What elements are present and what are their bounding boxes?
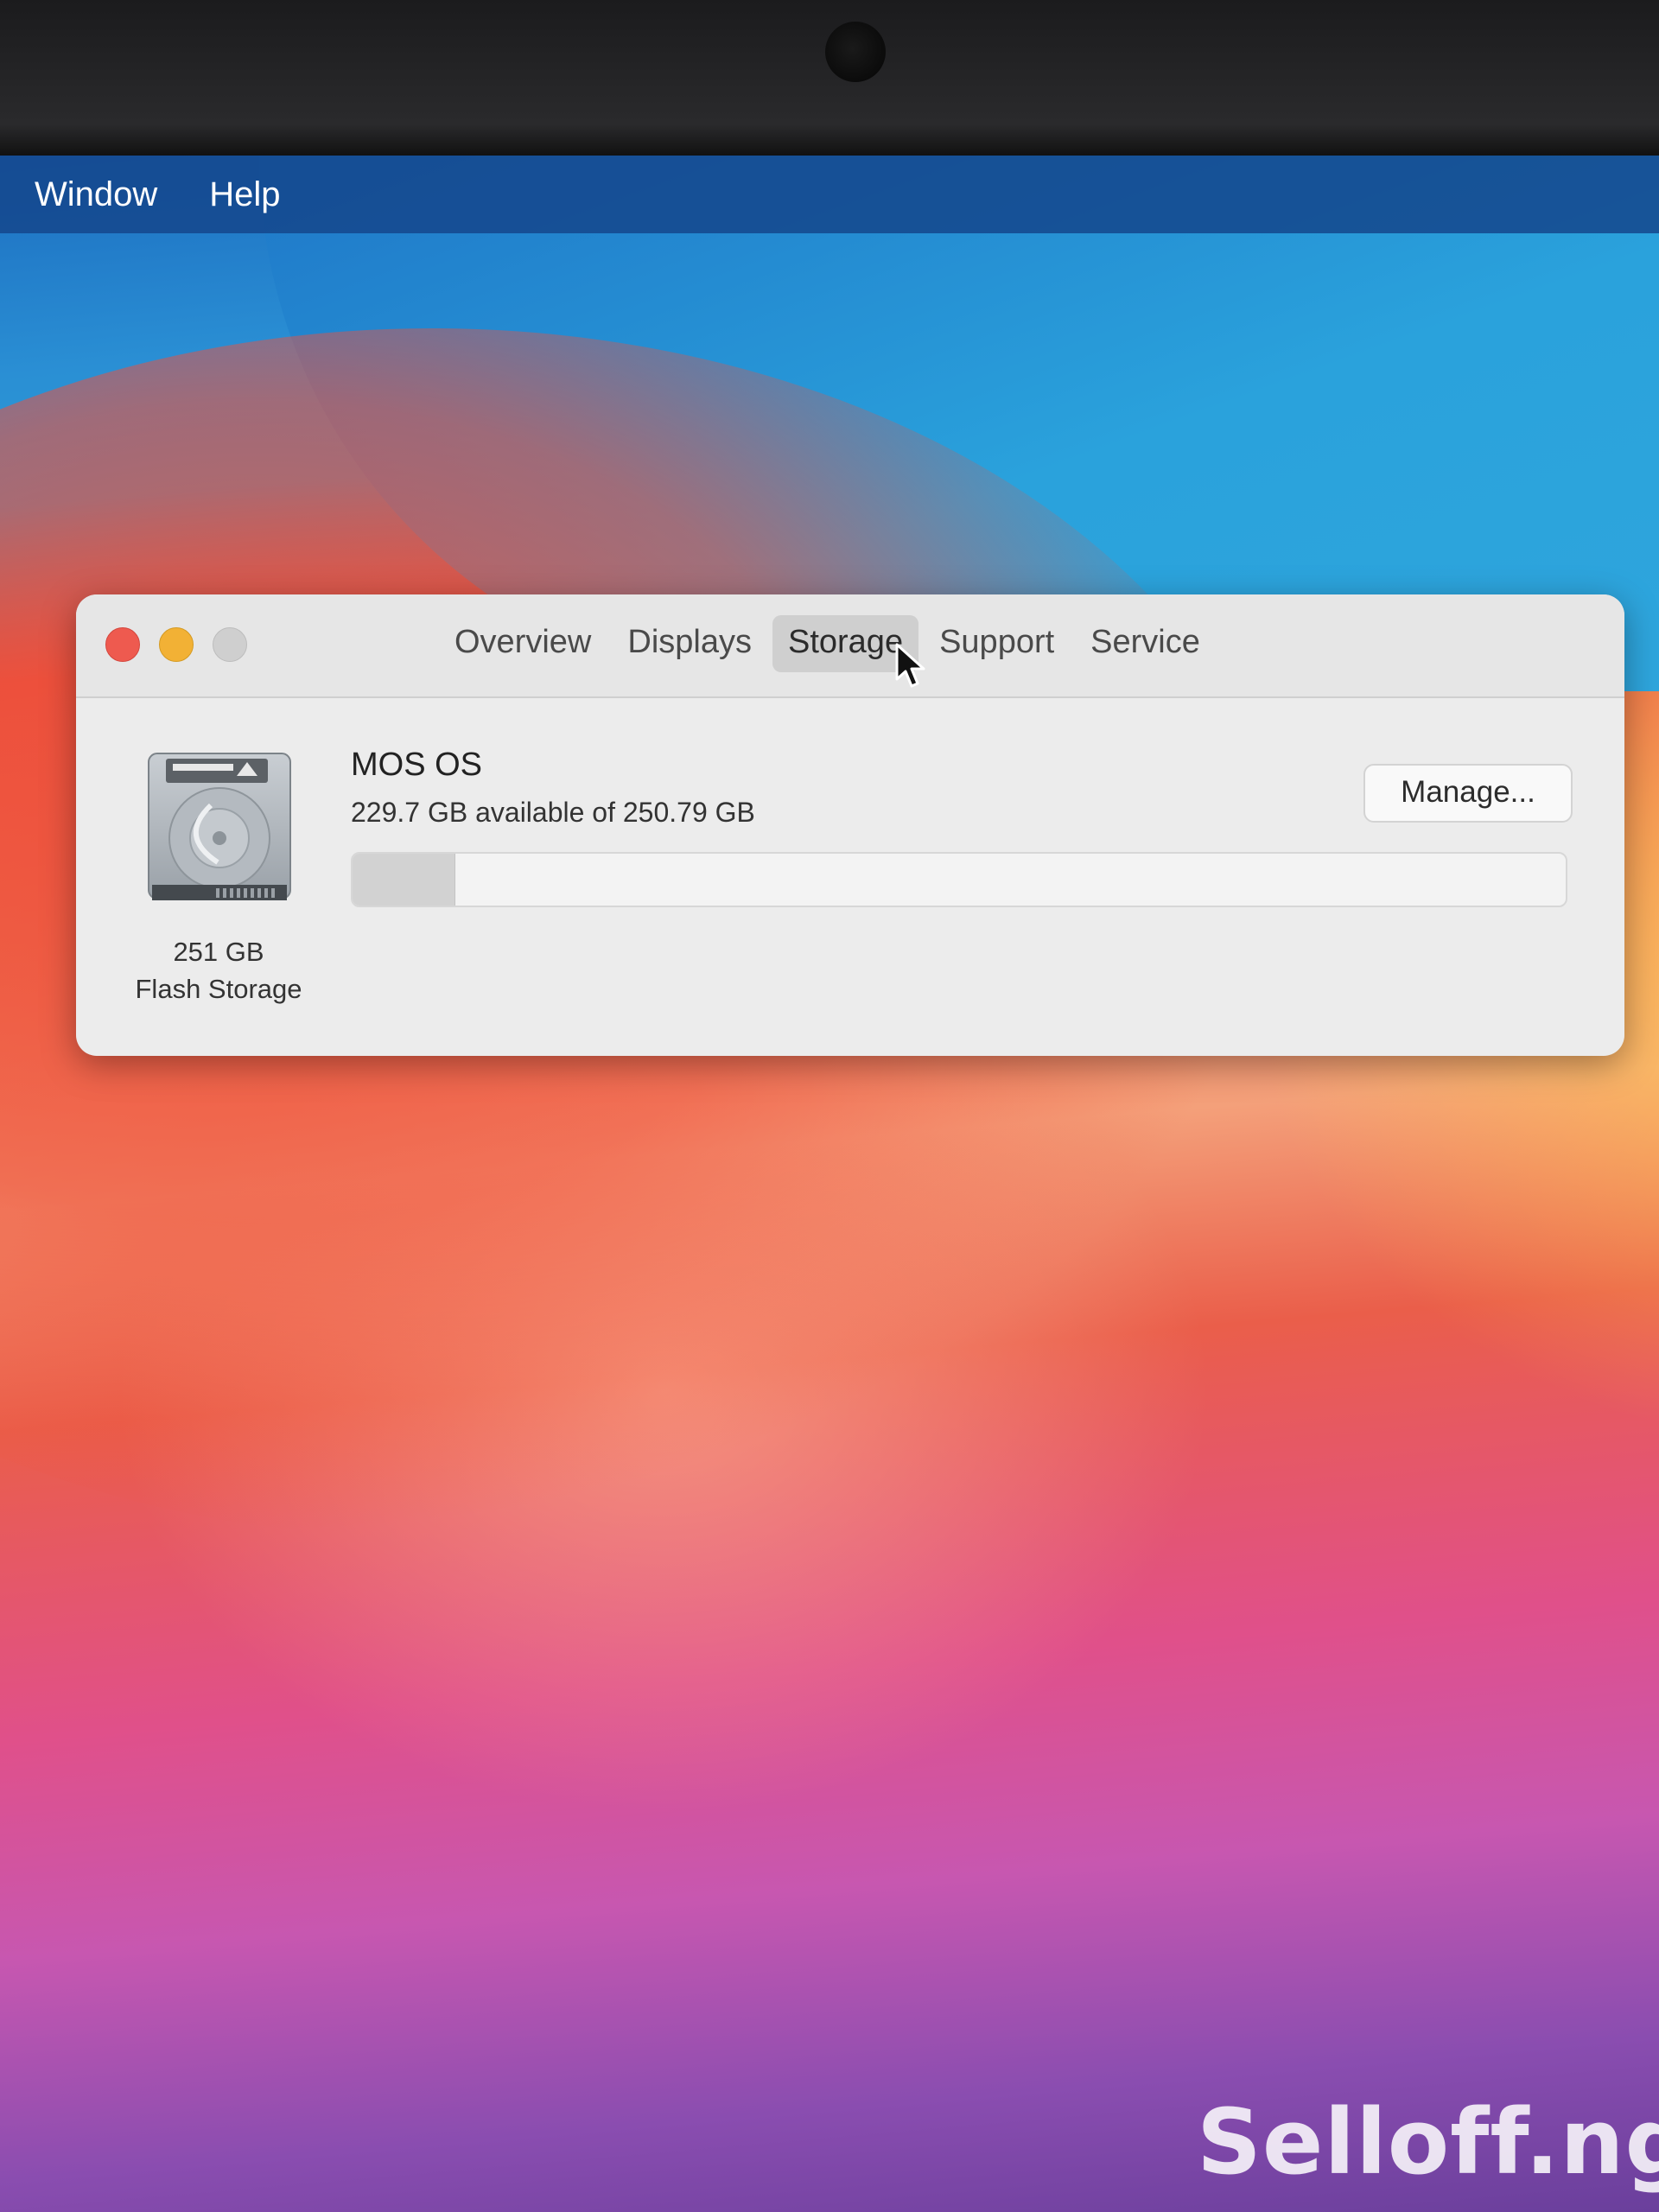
- tab-overview[interactable]: Overview: [439, 615, 607, 672]
- tab-displays[interactable]: Displays: [612, 615, 767, 672]
- storage-usage-bar: [351, 852, 1567, 907]
- minimize-button[interactable]: [159, 627, 194, 662]
- camera: [825, 22, 886, 82]
- volume-name: MOS OS: [351, 747, 483, 783]
- laptop-bezel: [0, 0, 1659, 156]
- watermark: Selloff.ng: [1197, 2089, 1659, 2195]
- drive-caption: 251 GB Flash Storage: [111, 933, 327, 1007]
- volume-availability: 229.7 GB available of 250.79 GB: [351, 797, 755, 828]
- tab-bar: Overview Displays Storage Support Servic…: [439, 615, 1221, 672]
- zoom-button: [213, 627, 247, 662]
- tab-service[interactable]: Service: [1075, 615, 1216, 672]
- mouse-cursor-icon: [895, 643, 925, 688]
- menu-bar: Window Help: [0, 156, 1659, 233]
- drive-capacity: 251 GB: [173, 937, 264, 967]
- about-this-mac-window: Overview Displays Storage Support Servic…: [76, 594, 1624, 1056]
- tab-support[interactable]: Support: [924, 615, 1070, 672]
- hard-drive-icon: [148, 753, 291, 900]
- close-button[interactable]: [105, 627, 140, 662]
- storage-used-fill: [353, 854, 455, 906]
- window-titlebar: Overview Displays Storage Support Servic…: [76, 594, 1624, 698]
- drive-type: Flash Storage: [135, 974, 302, 1004]
- menu-window[interactable]: Window: [35, 175, 157, 214]
- menu-help[interactable]: Help: [209, 175, 280, 214]
- manage-button[interactable]: Manage...: [1363, 764, 1573, 823]
- screen: Window Help Overview Displays Storage Su…: [0, 0, 1659, 2212]
